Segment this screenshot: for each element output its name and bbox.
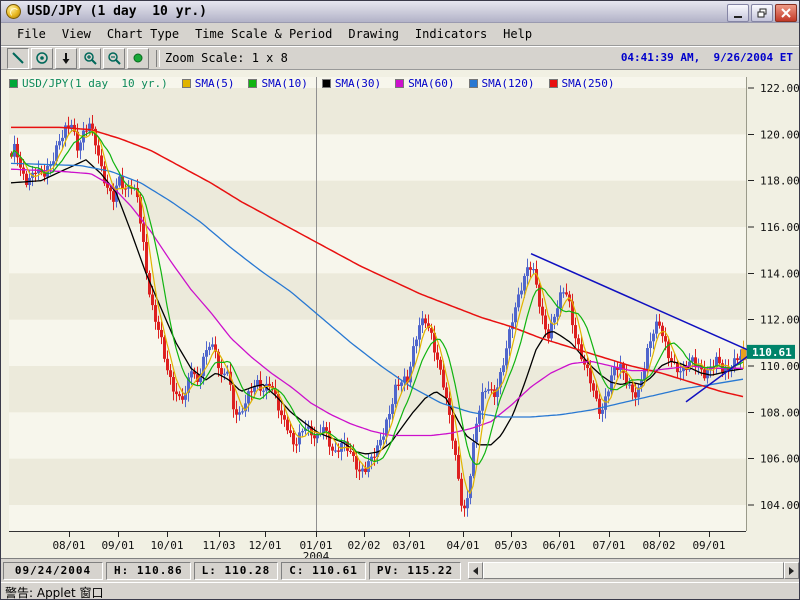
svg-text:09/01: 09/01	[101, 539, 134, 552]
menu-time-scale-period[interactable]: Time Scale & Period	[187, 25, 340, 43]
coin-app-icon	[6, 4, 21, 19]
green-dot-icon	[131, 51, 145, 65]
menu-view[interactable]: View	[54, 25, 99, 43]
toolbar-separator	[156, 50, 160, 67]
zoom-in-button[interactable]	[79, 48, 101, 69]
horizontal-scrollbar[interactable]	[468, 562, 799, 579]
svg-text:114.00: 114.00	[760, 267, 800, 280]
zoom-in-icon	[83, 51, 97, 65]
title-bar[interactable]: USD/JPY (1 day 10 yr.)	[1, 1, 800, 23]
svg-text:122.00: 122.00	[760, 82, 800, 95]
zoom-out-button[interactable]	[103, 48, 125, 69]
quote-close: C: 110.61	[281, 562, 366, 580]
close-icon	[781, 8, 791, 18]
menu-chart-type[interactable]: Chart Type	[99, 25, 187, 43]
app-window: USD/JPY (1 day 10 yr.) File View Chart T…	[0, 0, 800, 600]
minimize-icon	[734, 16, 742, 18]
svg-text:10/01: 10/01	[150, 539, 183, 552]
svg-text:106.00: 106.00	[760, 453, 800, 466]
price-chart[interactable]: 122.00 120.00 118.00 116.00 114.00 112.00 110.…	[1, 70, 800, 559]
svg-text:06/01: 06/01	[542, 539, 575, 552]
chart-area[interactable]: 122.00 120.00 118.00 116.00 114.00 112.00 110.…	[1, 69, 800, 558]
zoom-out-icon	[107, 51, 121, 65]
svg-text:08/02: 08/02	[642, 539, 675, 552]
quote-bar: 09/24/2004 H: 110.86 L: 110.28 C: 110.61…	[1, 558, 800, 582]
restore-button[interactable]	[751, 4, 773, 22]
menu-indicators[interactable]: Indicators	[407, 25, 495, 43]
svg-text:120.00: 120.00	[760, 128, 800, 141]
close-button[interactable]	[775, 4, 797, 22]
svg-text:12/01: 12/01	[248, 539, 281, 552]
down-arrow-tool-button[interactable]	[55, 48, 77, 69]
scroll-right-button[interactable]	[784, 562, 799, 579]
svg-text:08/01: 08/01	[52, 539, 85, 552]
zoom-scale-label: Zoom Scale: 1 x 8	[165, 51, 288, 65]
menu-drawing[interactable]: Drawing	[340, 25, 407, 43]
quote-low: L: 110.28	[194, 562, 279, 580]
trendline-icon	[11, 51, 25, 65]
svg-text:112.00: 112.00	[760, 314, 800, 327]
menu-help[interactable]: Help	[495, 25, 540, 43]
svg-text:116.00: 116.00	[760, 221, 800, 234]
svg-text:104.00: 104.00	[760, 499, 800, 512]
dot-circle-icon	[35, 51, 49, 65]
toolbar: Zoom Scale: 1 x 8 04:41:39 AM, 9/26/2004…	[1, 46, 800, 69]
minimize-button[interactable]	[727, 4, 749, 22]
svg-text:110.61: 110.61	[752, 346, 792, 359]
quote-high: H: 110.86	[106, 562, 191, 580]
scrollbar-thumb[interactable]	[483, 562, 784, 579]
menu-bar: File View Chart Type Time Scale & Period…	[1, 23, 800, 46]
svg-text:118.00: 118.00	[760, 175, 800, 188]
quote-pivot: PV: 115.22	[369, 562, 461, 580]
trendline-tool-button[interactable]	[7, 48, 29, 69]
applet-warning-text: 警告: Applet 窗口	[5, 584, 104, 600]
svg-text:11/03: 11/03	[202, 539, 235, 552]
crosshair-tool-button[interactable]	[31, 48, 53, 69]
status-bar: 警告: Applet 窗口	[1, 582, 800, 600]
right-arrow-icon	[789, 567, 794, 575]
svg-text:04/01: 04/01	[446, 539, 479, 552]
svg-text:108.00: 108.00	[760, 406, 800, 419]
marker-tool-button[interactable]	[127, 48, 149, 69]
svg-text:07/01: 07/01	[592, 539, 625, 552]
svg-text:110.00: 110.00	[760, 360, 800, 373]
left-arrow-icon	[473, 567, 478, 575]
window-title: USD/JPY (1 day 10 yr.)	[27, 4, 207, 19]
down-arrow-icon	[59, 51, 73, 65]
scroll-left-button[interactable]	[468, 562, 483, 579]
svg-text:09/01: 09/01	[692, 539, 725, 552]
restore-icon	[757, 8, 767, 18]
quote-date: 09/24/2004	[3, 562, 103, 580]
menu-file[interactable]: File	[9, 25, 54, 43]
clock-text: 04:41:39 AM, 9/26/2004 ET	[621, 51, 793, 64]
svg-text:02/02: 02/02	[347, 539, 380, 552]
svg-text:05/03: 05/03	[494, 539, 527, 552]
svg-text:03/01: 03/01	[392, 539, 425, 552]
